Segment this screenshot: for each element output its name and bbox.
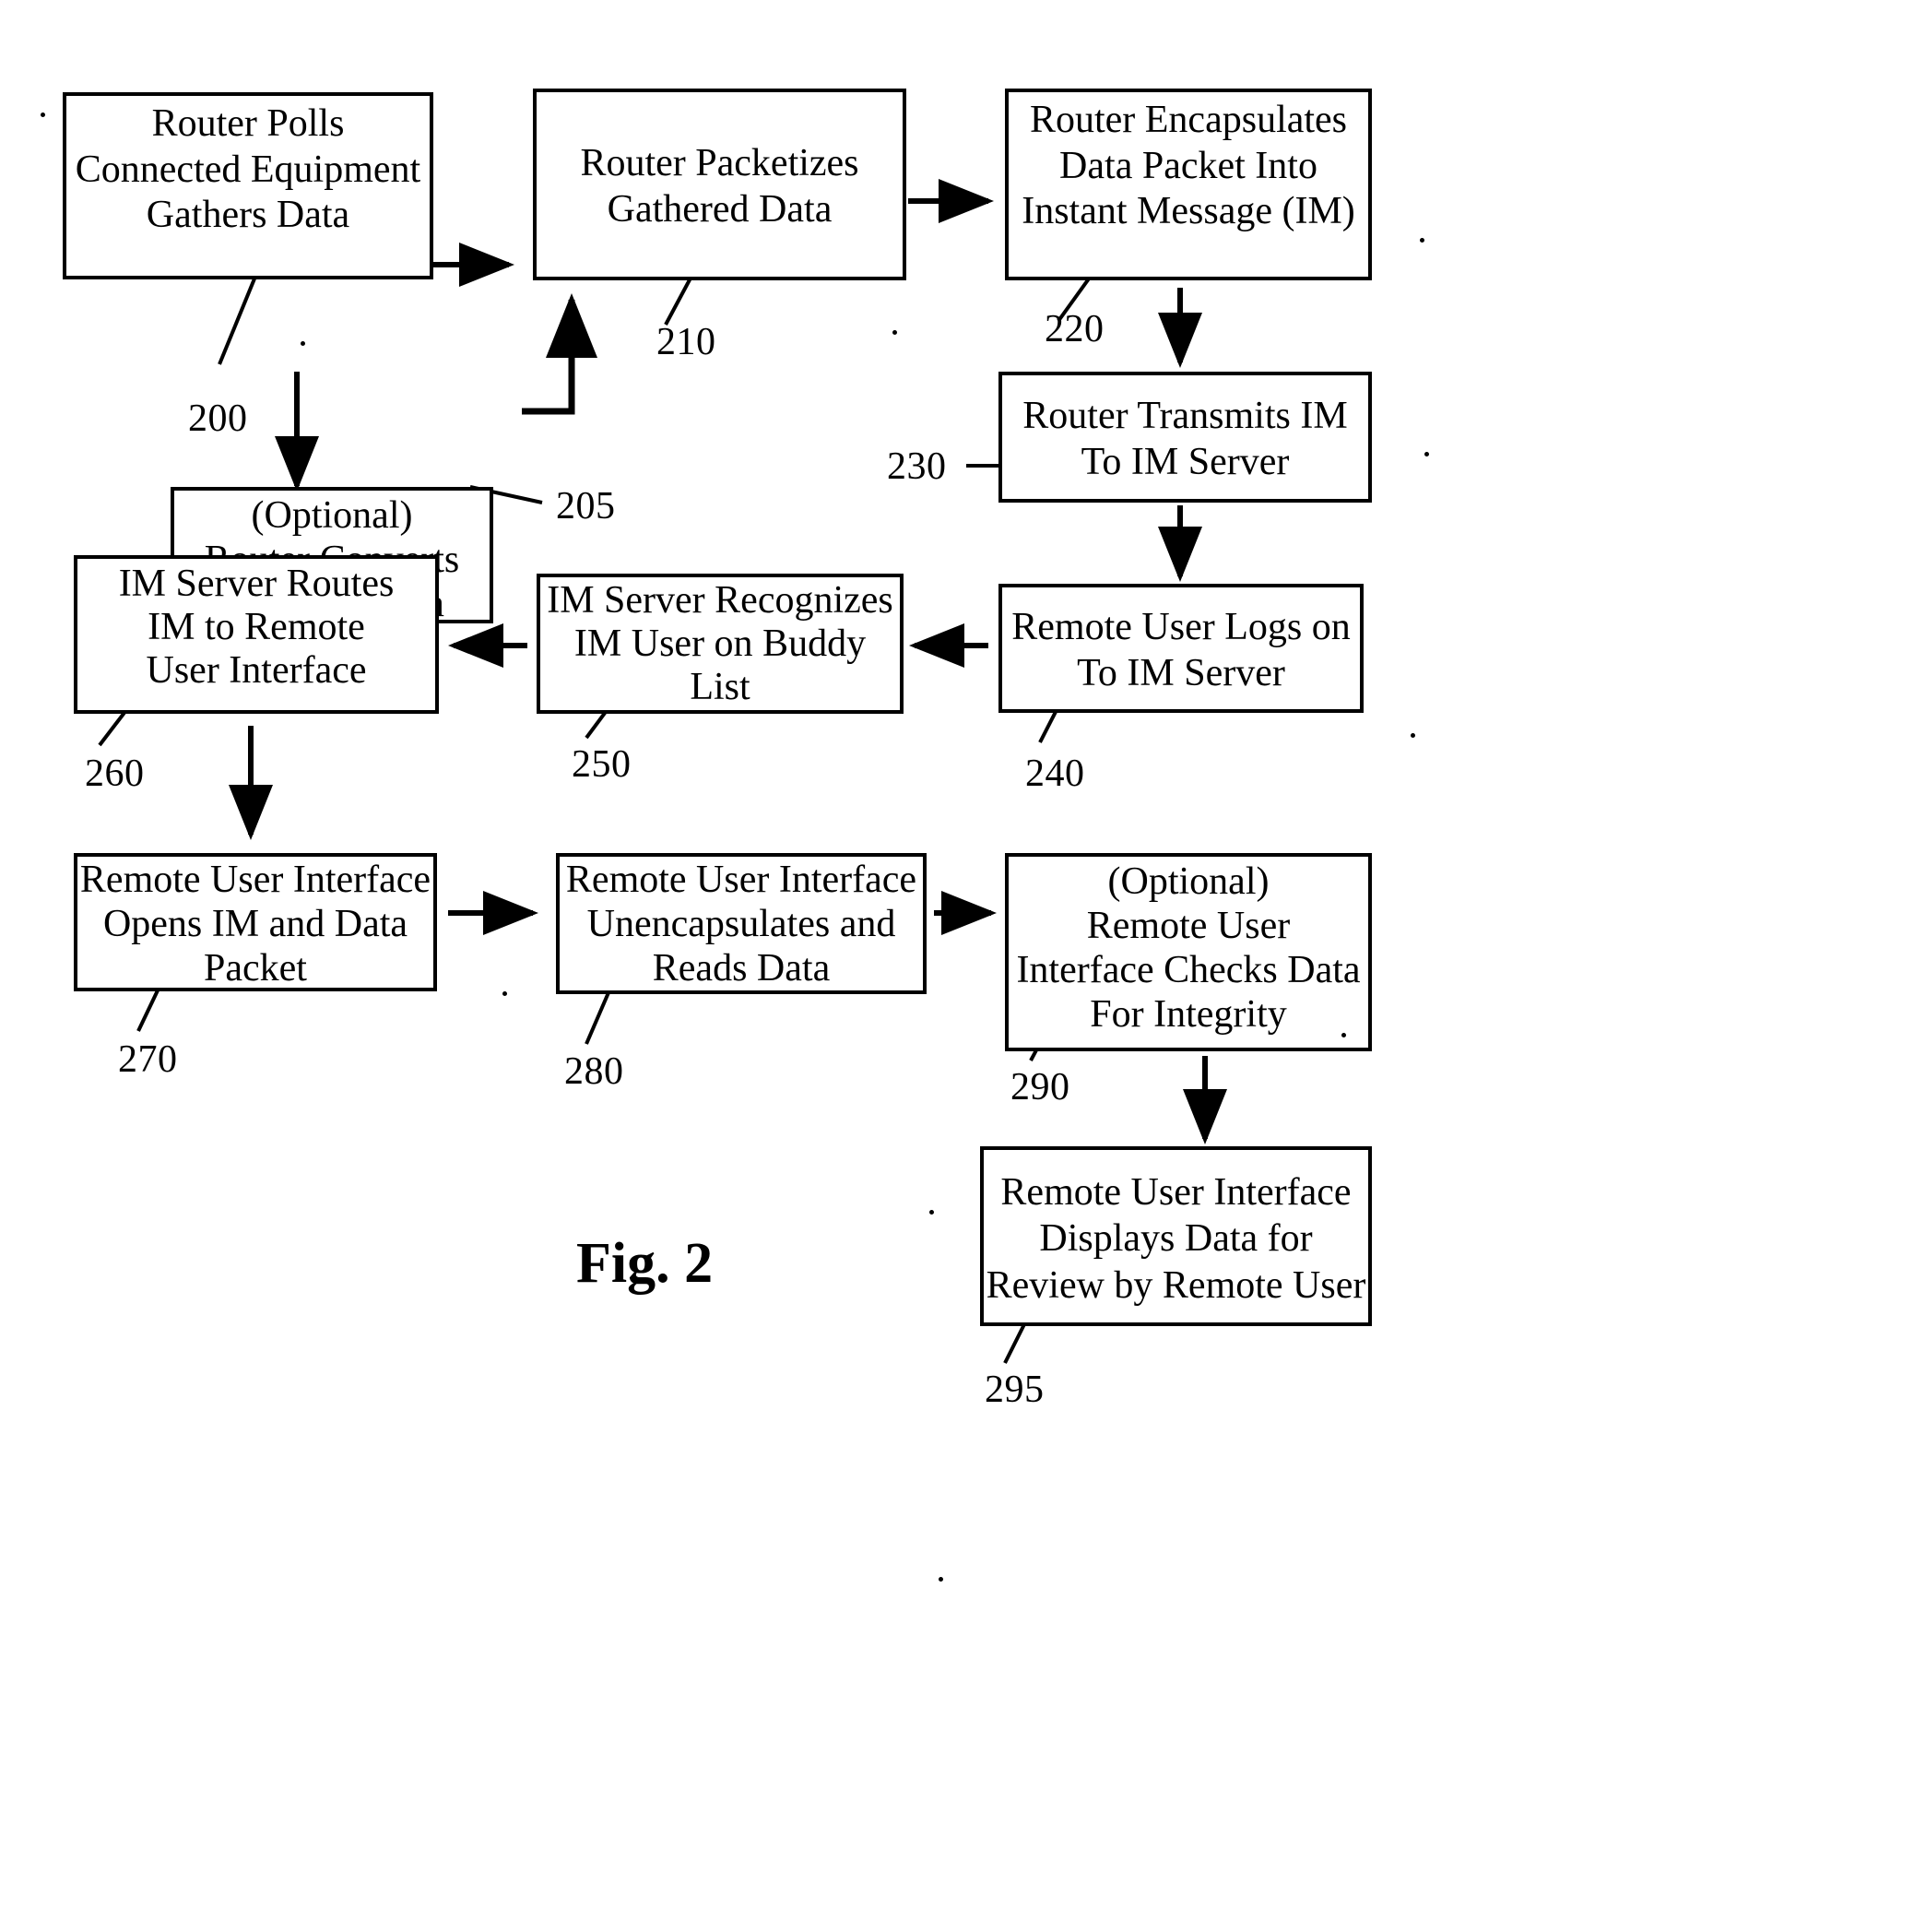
ref-numeral-250: 250 [572, 743, 632, 786]
scan-speck [929, 1210, 934, 1215]
box-290-line-2: Remote User [1086, 904, 1291, 947]
box-270-line-2: Opens IM and Data [102, 902, 408, 945]
process-box-280: Remote User Interface Unencapsulates and… [556, 853, 927, 994]
scan-speck [1420, 238, 1424, 243]
process-box-210: Router Packetizes Gathered Data [533, 89, 906, 280]
ref-numeral-280: 280 [564, 1050, 624, 1093]
ref-numeral-220: 220 [1045, 308, 1105, 350]
box-220-line-1: Router Encapsulates [1029, 99, 1348, 141]
ref-numeral-260: 260 [85, 753, 145, 795]
box-260-line-2: IM to Remote [148, 606, 365, 649]
ref-numeral-230: 230 [887, 445, 947, 488]
arrow-205-to-210 [522, 293, 597, 415]
box-205-line-1: (Optional) [251, 494, 413, 537]
box-200-line-3: Gathers Data [146, 194, 350, 237]
process-box-200: Router Polls Connected Equipment Gathers… [63, 92, 433, 279]
box-260-line-3: User Interface [146, 649, 367, 693]
ref-numeral-205: 205 [556, 485, 616, 527]
box-230-line-2: To IM Server [1081, 441, 1290, 483]
scan-speck [301, 341, 305, 346]
box-280-line-3: Reads Data [652, 946, 831, 990]
box-210-line-2: Gathered Data [607, 188, 833, 231]
box-270-line-1: Remote User Interface [79, 859, 431, 901]
ref-numeral-210: 210 [656, 321, 716, 363]
ref-numeral-270: 270 [118, 1038, 178, 1081]
scan-speck [502, 991, 507, 996]
box-220-line-3: Instant Message (IM) [1022, 190, 1355, 233]
box-280-line-2: Unencapsulates and [586, 902, 896, 945]
figure-page: Router Polls Connected Equipment Gathers… [0, 0, 1914, 1932]
process-box-240: Remote User Logs on To IM Server [998, 584, 1364, 713]
ref-numeral-295: 295 [985, 1369, 1045, 1411]
box-290-line-4: For Integrity [1090, 992, 1287, 1036]
process-box-250: IM Server Recognizes IM User on Buddy Li… [537, 574, 904, 714]
box-290-line-3: Interface Checks Data [1016, 948, 1361, 991]
box-210-line-1: Router Packetizes [580, 142, 859, 185]
box-270-line-3: Packet [204, 946, 307, 990]
box-250-line-1: IM Server Recognizes [547, 579, 893, 622]
box-295-line-3: Review by Remote User [986, 1263, 1366, 1307]
ref-numeral-200: 200 [188, 397, 248, 440]
box-230-line-1: Router Transmits IM [1022, 395, 1348, 438]
box-250-line-2: IM User on Buddy [573, 622, 867, 666]
box-220-line-2: Data Packet Into [1059, 144, 1317, 187]
scan-speck [1341, 1033, 1346, 1037]
scan-speck [1424, 452, 1429, 456]
scan-speck [1411, 733, 1415, 738]
box-295-line-2: Displays Data for [1039, 1217, 1313, 1261]
box-295-line-1: Remote User Interface [1000, 1170, 1352, 1214]
ref-numeral-240: 240 [1025, 753, 1085, 795]
scan-speck [892, 330, 897, 335]
box-250-line-3: List [690, 666, 750, 709]
scan-speck [41, 113, 45, 117]
box-240-line-2: To IM Server [1077, 652, 1285, 694]
ref-numeral-290: 290 [1010, 1066, 1070, 1108]
box-200-line-1: Router Polls [151, 102, 345, 145]
box-290-line-1: (Optional) [1107, 860, 1270, 903]
scan-speck [939, 1577, 943, 1582]
figure-label: Fig. 2 [576, 1232, 714, 1295]
process-box-295: Remote User Interface Displays Data for … [980, 1146, 1372, 1326]
process-box-220: Router Encapsulates Data Packet Into Ins… [1005, 89, 1372, 280]
process-box-260: IM Server Routes IM to Remote User Inter… [74, 555, 439, 714]
process-box-230: Router Transmits IM To IM Server [998, 372, 1372, 503]
box-240-line-1: Remote User Logs on [1011, 606, 1351, 649]
process-box-290: (Optional) Remote User Interface Checks … [1005, 853, 1372, 1051]
box-200-line-2: Connected Equipment [75, 148, 421, 191]
process-box-270: Remote User Interface Opens IM and Data … [74, 853, 437, 991]
box-260-line-1: IM Server Routes [118, 563, 395, 605]
box-280-line-1: Remote User Interface [565, 859, 917, 901]
